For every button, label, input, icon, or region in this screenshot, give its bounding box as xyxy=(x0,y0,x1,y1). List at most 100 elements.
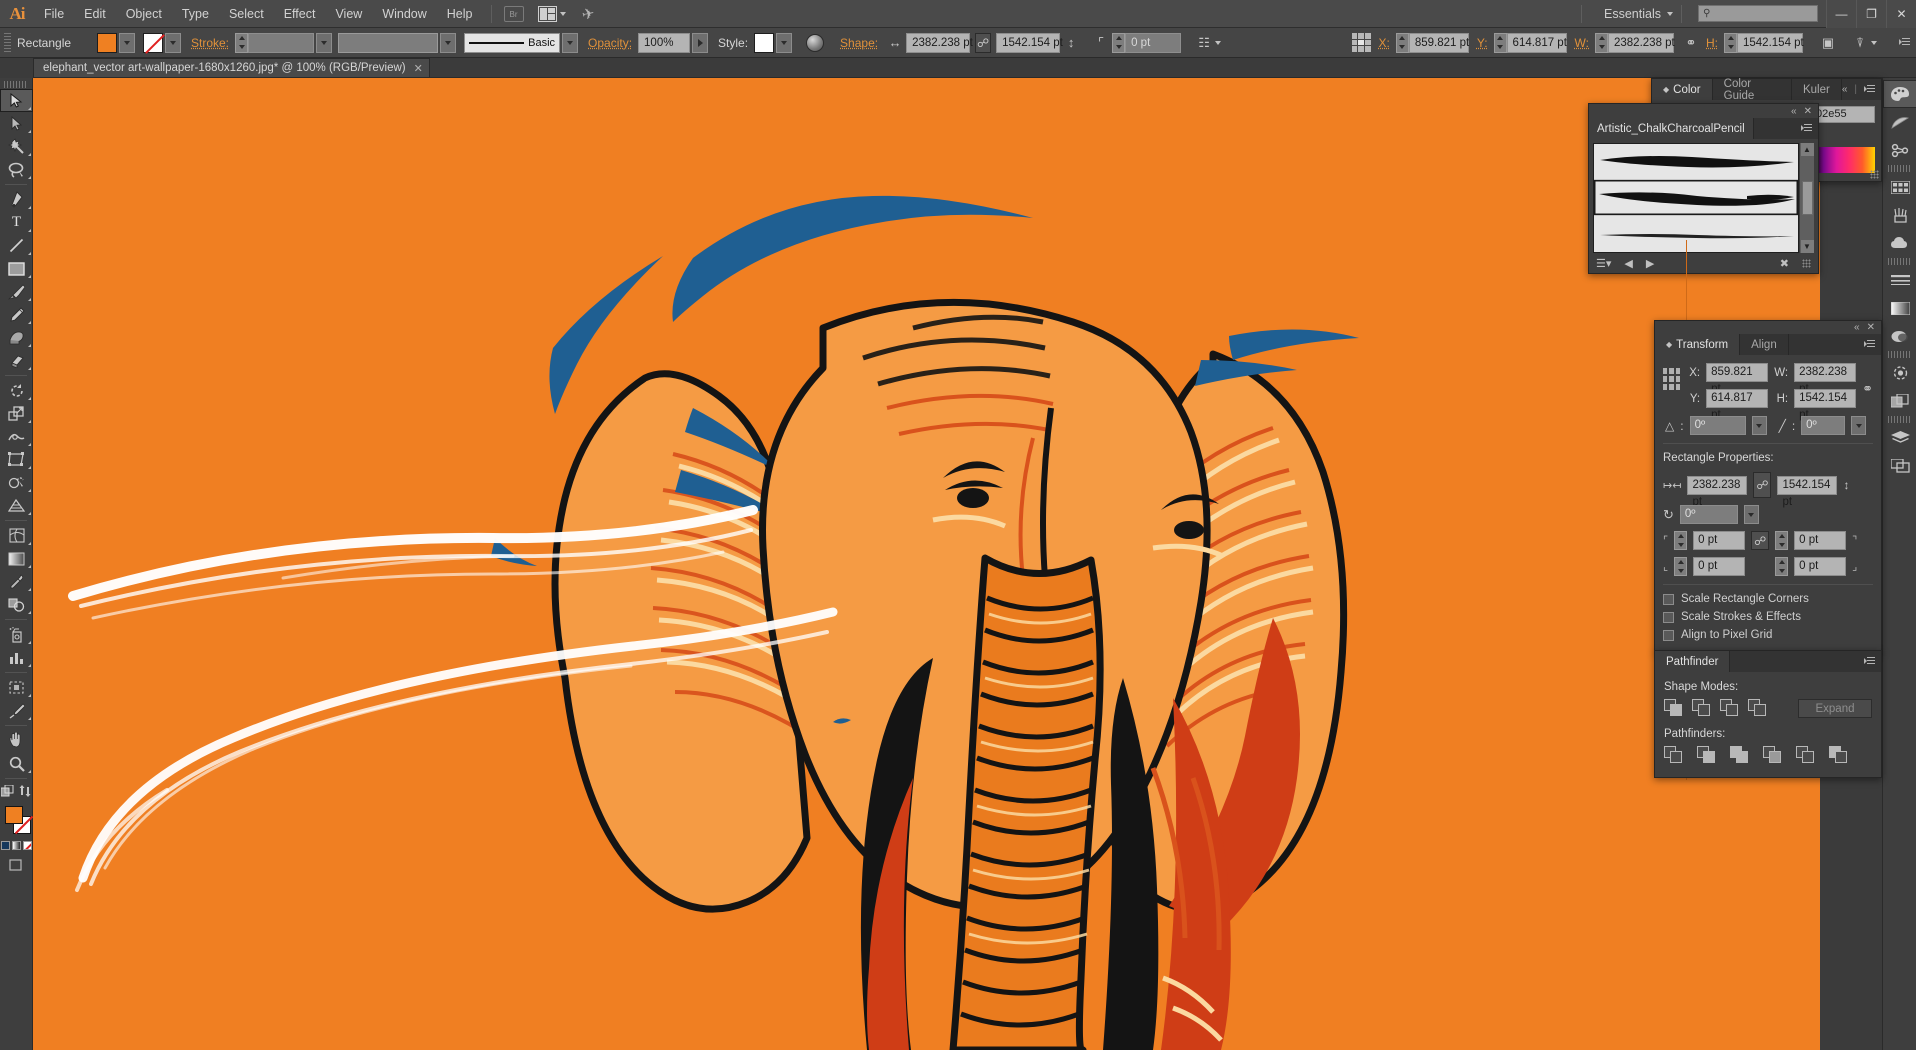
menu-item-effect[interactable]: Effect xyxy=(274,0,326,28)
menu-item-window[interactable]: Window xyxy=(372,0,436,28)
h-stepper[interactable] xyxy=(1724,33,1737,53)
stroke-swatch[interactable] xyxy=(143,33,163,53)
fill-stroke-indicator[interactable] xyxy=(0,804,33,838)
graphic-styles-panel-icon[interactable] xyxy=(1883,387,1916,415)
corner-bl-field[interactable]: 0 pt xyxy=(1693,557,1745,576)
checkbox-icon[interactable] xyxy=(1663,594,1674,605)
transform-panel-menu-icon[interactable] xyxy=(1864,340,1875,349)
rect-width-field[interactable]: 2382.238 pt xyxy=(1687,476,1747,495)
transform-shear-field[interactable]: 0º xyxy=(1801,416,1845,435)
stroke-label[interactable]: Stroke: xyxy=(191,36,229,50)
menu-item-help[interactable]: Help xyxy=(437,0,483,28)
hand-tool[interactable] xyxy=(0,729,33,752)
selection-tool[interactable] xyxy=(0,89,33,112)
color-mode-color-icon[interactable] xyxy=(1,841,10,850)
recolor-artwork-icon[interactable] xyxy=(806,34,824,52)
opacity-field[interactable]: 100% xyxy=(638,33,690,53)
stroke-profile-field[interactable] xyxy=(338,33,438,53)
corner-tl-field[interactable]: 0 pt xyxy=(1693,531,1745,550)
brushes-resize-grabber[interactable] xyxy=(1802,259,1811,268)
transform-shear-dropdown[interactable] xyxy=(1851,416,1866,435)
rectangle-tool[interactable] xyxy=(0,257,33,280)
corner-radius-stepper[interactable] xyxy=(1112,33,1125,53)
tab-color-guide[interactable]: Color Guide xyxy=(1713,79,1792,100)
color-panel-menu-icon[interactable] xyxy=(1864,85,1875,94)
brush-definition-field[interactable]: Basic xyxy=(464,33,560,53)
minus-back-icon[interactable] xyxy=(1829,746,1850,765)
opacity-dropdown[interactable] xyxy=(692,33,708,53)
brush-item[interactable] xyxy=(1594,180,1798,216)
checkbox-scale-strokes-effects[interactable]: Scale Strokes & Effects xyxy=(1663,611,1873,623)
eyedropper-tool[interactable] xyxy=(0,570,33,593)
pathfinder-panel-menu-icon[interactable] xyxy=(1864,657,1875,666)
dock-group-gripper-2[interactable] xyxy=(1883,257,1916,266)
corner-tr-field[interactable]: 0 pt xyxy=(1794,531,1846,550)
intersect-icon[interactable] xyxy=(1720,699,1741,718)
brush-definition-dropdown[interactable] xyxy=(562,33,578,53)
transform-rotate-field[interactable]: 0º xyxy=(1690,416,1746,435)
brushes-panel-titlebar[interactable]: « ✕ xyxy=(1589,104,1818,118)
color-mode-none-icon[interactable] xyxy=(23,841,32,850)
color-hex-field[interactable]: 02e55 xyxy=(1811,106,1875,123)
shape-label[interactable]: Shape: xyxy=(840,36,878,50)
transform-options-chevron-icon[interactable] xyxy=(1215,41,1221,45)
window-minimize-button[interactable]: — xyxy=(1826,0,1856,28)
rocket-icon[interactable]: ✈ xyxy=(580,3,596,23)
tab-brush-library[interactable]: Artistic_ChalkCharcoalPencil xyxy=(1589,118,1754,139)
symbols-panel-icon[interactable] xyxy=(1883,229,1916,257)
free-transform-tool[interactable] xyxy=(0,448,33,471)
arrange-documents-button[interactable] xyxy=(538,6,566,22)
color-spectrum-ramp[interactable] xyxy=(1811,147,1875,173)
dock-group-gripper-3[interactable] xyxy=(1883,350,1916,359)
change-screen-mode-icon[interactable] xyxy=(1,785,14,798)
brushes-collapse-icon[interactable]: « xyxy=(1791,106,1797,117)
window-restore-button[interactable]: ❐ xyxy=(1856,0,1886,28)
transparency-panel-icon[interactable] xyxy=(1883,322,1916,350)
checkbox-icon[interactable] xyxy=(1663,612,1674,623)
tools-panel-gripper[interactable] xyxy=(0,80,32,89)
brushes-close-icon[interactable]: ✕ xyxy=(1804,106,1812,117)
merge-icon[interactable] xyxy=(1730,746,1751,765)
stroke-weight-stepper[interactable] xyxy=(235,33,248,53)
crop-icon[interactable] xyxy=(1763,746,1784,765)
menu-item-view[interactable]: View xyxy=(325,0,372,28)
corner-tr-stepper[interactable] xyxy=(1775,531,1788,550)
delete-brush-icon[interactable]: ✖ xyxy=(1780,257,1789,270)
gradient-panel-icon[interactable] xyxy=(1883,294,1916,322)
shape-width-field[interactable]: 2382.238 pt xyxy=(906,33,970,53)
stroke-weight-dropdown[interactable] xyxy=(316,33,332,53)
menu-item-edit[interactable]: Edit xyxy=(74,0,116,28)
width-tool[interactable] xyxy=(0,425,33,448)
menu-item-file[interactable]: File xyxy=(34,0,74,28)
magic-wand-tool[interactable] xyxy=(0,135,33,158)
h-field[interactable]: 1542.154 pt xyxy=(1737,33,1803,53)
brushes-scroll-down-icon[interactable]: ▼ xyxy=(1801,240,1814,253)
window-close-button[interactable]: ✕ xyxy=(1886,0,1916,28)
x-stepper[interactable] xyxy=(1396,33,1409,53)
color-panel-icon[interactable] xyxy=(1883,80,1916,108)
panel-resize-grabber[interactable] xyxy=(1870,170,1879,179)
corner-br-stepper[interactable] xyxy=(1775,557,1788,576)
menu-item-select[interactable]: Select xyxy=(219,0,274,28)
shape-link-dimensions-button[interactable]: ☍ xyxy=(975,33,991,53)
bridge-icon[interactable]: Br xyxy=(504,6,524,22)
minus-front-icon[interactable] xyxy=(1692,699,1713,718)
search-input[interactable]: ⚲ xyxy=(1698,5,1818,22)
outline-icon[interactable] xyxy=(1796,746,1817,765)
y-field[interactable]: 614.817 pt xyxy=(1507,33,1567,53)
brushes-list[interactable] xyxy=(1593,143,1799,253)
line-segment-tool[interactable] xyxy=(0,234,33,257)
tab-color[interactable]: ◆ Color xyxy=(1652,79,1713,100)
paintbrush-tool[interactable] xyxy=(0,280,33,303)
fill-dropdown-button[interactable] xyxy=(119,33,135,53)
scale-tool[interactable] xyxy=(0,402,33,425)
brush-item[interactable] xyxy=(1594,216,1798,252)
mesh-tool[interactable] xyxy=(0,524,33,547)
artboards-panel-icon[interactable] xyxy=(1883,452,1916,480)
layers-panel-icon[interactable] xyxy=(1883,424,1916,452)
graphic-style-swatch[interactable] xyxy=(754,33,774,53)
unite-shape-icon[interactable] xyxy=(1664,699,1685,718)
shape-builder-tool[interactable] xyxy=(0,471,33,494)
document-tab[interactable]: elephant_vector art-wallpaper-1680x1260.… xyxy=(33,58,430,77)
appearance-panel-icon[interactable] xyxy=(1883,359,1916,387)
